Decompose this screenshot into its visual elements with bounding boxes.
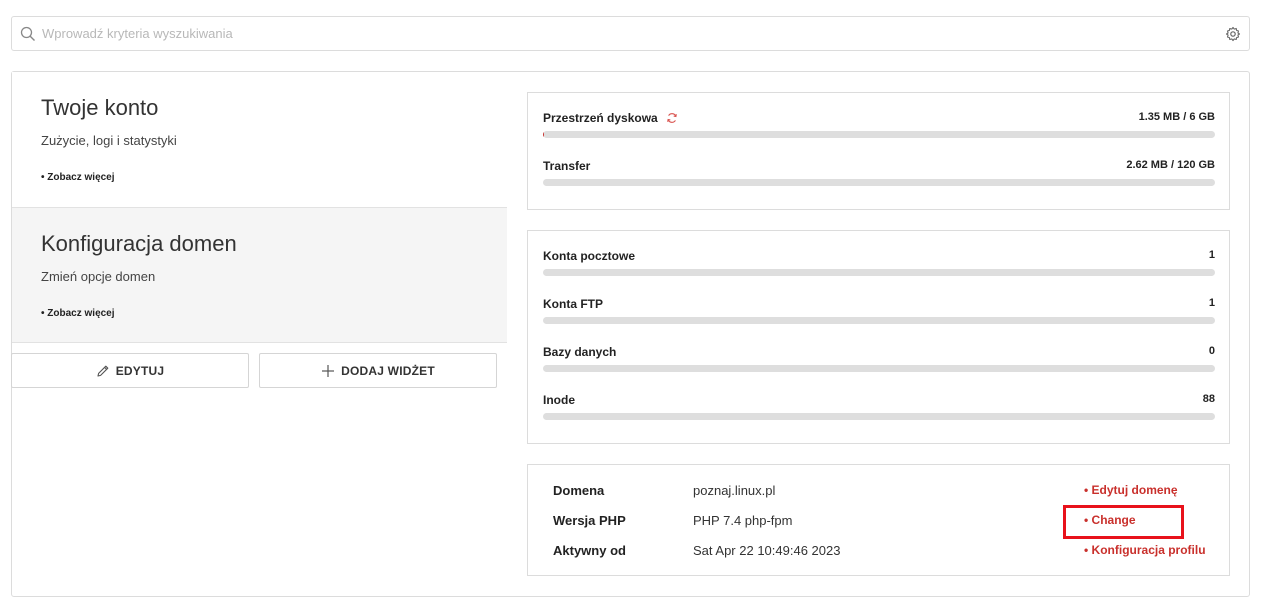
widget-title: Twoje konto: [41, 95, 159, 120]
progress-bar: [543, 365, 1215, 372]
stat-value: 1: [1208, 249, 1215, 261]
stat-label: Inode: [543, 393, 575, 407]
detail-key: Aktywny od: [553, 543, 626, 558]
edit-domain-link[interactable]: • Edytuj domenę: [1084, 483, 1178, 497]
progress-bar: [543, 179, 1215, 186]
stat-value: 88: [1202, 393, 1215, 405]
widget-description: Zmień opcje domen: [41, 269, 156, 284]
widget-domain-config: Konfiguracja domen Zmień opcje domen • Z…: [12, 207, 507, 343]
search-input[interactable]: [42, 17, 1212, 50]
pencil-icon: [97, 365, 109, 377]
gear-icon[interactable]: [1225, 26, 1241, 42]
highlight-box: [1063, 505, 1184, 539]
progress-bar: [543, 317, 1215, 324]
refresh-icon[interactable]: [666, 112, 678, 124]
edit-button-label: EDYTUJ: [115, 363, 165, 378]
profile-config-link[interactable]: • Konfiguracja profilu: [1084, 543, 1206, 557]
edit-button[interactable]: EDYTUJ: [11, 353, 249, 388]
see-more-link[interactable]: • Zobacz więcej: [41, 308, 115, 319]
stat-value: 2.62 MB / 120 GB: [1126, 159, 1215, 171]
stat-label: Transfer: [543, 159, 591, 173]
add-widget-button[interactable]: DODAJ WIDŻET: [259, 353, 497, 388]
stat-label: Przestrzeń dyskowa: [543, 111, 658, 125]
widget-account: Twoje konto Zużycie, logi i statystyki •…: [12, 72, 507, 207]
detail-value: PHP 7.4 php-fpm: [693, 513, 793, 528]
see-more-link[interactable]: • Zobacz więcej: [41, 172, 115, 183]
detail-key: Wersja PHP: [553, 513, 626, 528]
usage-panel: Przestrzeń dyskowa 1.35 MB / 6 GB Transf…: [527, 92, 1230, 210]
stat-label: Konta FTP: [543, 297, 603, 311]
widget-title: Konfiguracja domen: [41, 231, 237, 256]
stat-label: Konta pocztowe: [543, 249, 635, 263]
counts-panel: Konta pocztowe 1 Konta FTP 1 Bazy danych…: [527, 230, 1230, 444]
progress-bar: [543, 413, 1215, 420]
stat-value: 0: [1208, 345, 1215, 357]
detail-key: Domena: [553, 483, 605, 498]
search-icon: [20, 26, 35, 41]
stat-value: 1.35 MB / 6 GB: [1138, 111, 1215, 123]
detail-value: poznaj.linux.pl: [693, 483, 776, 498]
stat-value: 1: [1208, 297, 1215, 309]
search-bar[interactable]: [11, 16, 1250, 51]
add-widget-button-label: DODAJ WIDŻET: [341, 363, 435, 378]
detail-value: Sat Apr 22 10:49:46 2023: [693, 543, 841, 558]
progress-bar: [543, 269, 1215, 276]
progress-bar: [543, 131, 1215, 138]
plus-icon: [322, 364, 335, 377]
widget-description: Zużycie, logi i statystyki: [41, 133, 177, 148]
stat-label: Bazy danych: [543, 345, 617, 359]
